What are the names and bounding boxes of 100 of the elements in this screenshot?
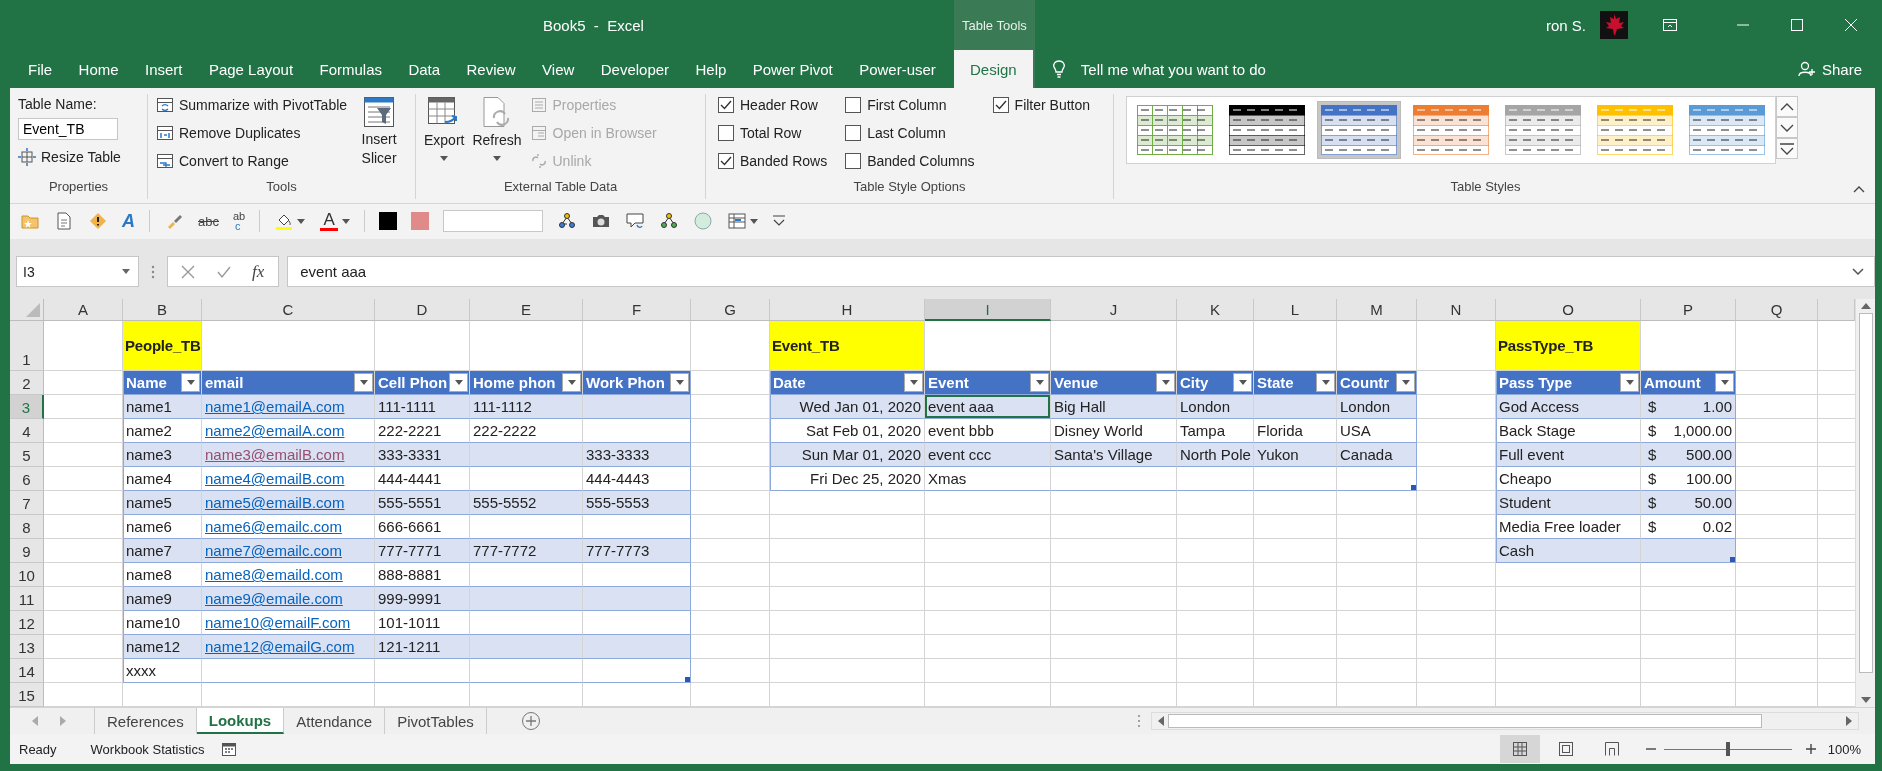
column-header[interactable]: H — [770, 299, 925, 322]
column-header[interactable]: O — [1496, 299, 1641, 322]
email-link[interactable]: name4@emailB.com — [205, 470, 345, 488]
user-name[interactable]: ron S. — [1545, 16, 1586, 34]
ribbon-tab[interactable]: Design — [954, 50, 1033, 88]
tools-button[interactable]: Summarize with PivotTable — [156, 94, 348, 116]
row-header[interactable]: 3 — [10, 395, 44, 420]
expand-icon[interactable] — [1852, 268, 1864, 276]
zoom-slider-thumb[interactable] — [1725, 742, 1730, 757]
column-header[interactable]: A — [44, 299, 123, 322]
column-header[interactable]: I — [925, 299, 1051, 322]
column-header[interactable]: B — [123, 299, 202, 322]
font-color-button[interactable]: A — [319, 211, 351, 231]
tools-button[interactable]: Convert to Range — [156, 150, 348, 172]
workbook-statistics-button[interactable]: Workbook Statistics — [90, 741, 205, 757]
collapse-ribbon-icon[interactable] — [1853, 185, 1865, 193]
column-header[interactable]: E — [470, 299, 583, 322]
email-link[interactable]: name10@emailF.com — [205, 614, 351, 632]
filter-dropdown-button[interactable] — [181, 373, 200, 393]
resize-handle[interactable] — [685, 677, 690, 683]
ribbon-display-icon[interactable] — [1662, 17, 1678, 33]
checkbox[interactable] — [845, 125, 862, 141]
email-link[interactable]: name6@emailc.com — [205, 518, 342, 536]
input-field[interactable] — [443, 210, 544, 233]
checkbox-label[interactable]: Banded Rows — [740, 153, 828, 169]
checkbox-label[interactable]: Last Column — [867, 125, 946, 141]
email-link[interactable]: name5@emailB.com — [205, 494, 345, 512]
row-header[interactable]: 4 — [10, 419, 44, 444]
column-header[interactable]: N — [1417, 299, 1496, 322]
column-header[interactable]: C — [202, 299, 375, 322]
email-link[interactable]: name1@emailA.com — [205, 398, 345, 416]
filter-dropdown-button[interactable] — [1156, 373, 1175, 393]
row-header[interactable]: 8 — [10, 515, 44, 540]
tell-me-search[interactable]: Tell me what you want to do — [1080, 60, 1266, 78]
table-format-button[interactable] — [727, 211, 759, 232]
column-header[interactable]: M — [1337, 299, 1417, 322]
checkbox[interactable] — [718, 97, 734, 113]
ribbon-tab[interactable]: Insert — [140, 50, 187, 88]
checkbox-label[interactable]: First Column — [867, 97, 947, 113]
ribbon-tab[interactable]: Formulas — [315, 50, 387, 88]
export-button[interactable]: Export — [424, 94, 465, 161]
filter-dropdown-button[interactable] — [1396, 373, 1415, 393]
email-link[interactable]: name2@emailA.com — [205, 422, 345, 440]
filter-dropdown-button[interactable] — [1233, 373, 1252, 393]
email-link[interactable]: name7@emailc.com — [205, 542, 342, 560]
column-header[interactable]: K — [1177, 299, 1254, 322]
table-style-swatch[interactable] — [1317, 101, 1401, 159]
checkbox[interactable] — [718, 125, 734, 141]
gallery-more-button[interactable] — [1776, 138, 1798, 159]
insert-slicer-button[interactable]: Insert Slicer — [357, 94, 402, 168]
zoom-in-icon[interactable] — [1805, 744, 1816, 755]
checkbox-label[interactable]: Header Row — [740, 97, 818, 113]
ribbon-tab[interactable]: View — [538, 50, 579, 88]
refresh-button[interactable]: Refresh — [472, 94, 522, 161]
checkbox[interactable] — [992, 97, 1009, 113]
normal-view-button[interactable] — [1499, 735, 1540, 764]
spelling-glyph[interactable]: A — [122, 210, 135, 232]
scroll-up-button[interactable] — [1776, 96, 1798, 117]
row-header[interactable]: 13 — [10, 635, 44, 660]
insert-function-button[interactable]: fx — [252, 261, 265, 282]
scroll-up-arrow-icon[interactable] — [1860, 303, 1871, 310]
add-sheet-icon[interactable] — [520, 711, 541, 732]
checkbox[interactable] — [718, 153, 734, 169]
color-square-icon[interactable] — [379, 212, 398, 231]
drag-handle-icon[interactable] — [151, 264, 155, 279]
scroll-left-arrow-icon[interactable] — [1158, 716, 1164, 727]
row-header[interactable]: 11 — [10, 587, 44, 612]
filter-dropdown-button[interactable] — [1620, 373, 1639, 393]
scroll-right-arrow-icon[interactable] — [1846, 716, 1852, 727]
sheet-tab[interactable]: Lookups — [196, 708, 285, 735]
column-header[interactable]: Q — [1736, 299, 1818, 322]
checkbox-label[interactable]: Total Row — [740, 125, 802, 141]
column-header[interactable]: P — [1641, 299, 1736, 322]
strikethrough-glyph[interactable]: abc — [198, 213, 219, 229]
row-header[interactable]: 6 — [10, 467, 44, 492]
email-link[interactable]: name8@emaild.com — [205, 566, 343, 584]
ribbon-tab[interactable]: Power-user — [855, 50, 940, 88]
column-header[interactable]: F — [583, 299, 691, 322]
filter-dropdown-button[interactable] — [1030, 373, 1049, 393]
ribbon-tab[interactable]: Data — [404, 50, 445, 88]
ribbon-tab[interactable]: File — [24, 50, 57, 88]
name-box[interactable]: I3 — [16, 256, 139, 288]
filter-dropdown-button[interactable] — [1316, 373, 1335, 393]
row-header[interactable]: 10 — [10, 563, 44, 588]
row-header[interactable]: 7 — [10, 491, 44, 516]
filter-dropdown-button[interactable] — [904, 373, 923, 393]
vertical-scrollbar[interactable] — [1855, 299, 1875, 708]
tools-button[interactable]: Remove Duplicates — [156, 122, 348, 144]
email-link[interactable]: name3@emailB.com — [205, 446, 345, 464]
resize-handle[interactable] — [1730, 557, 1735, 563]
leaf-avatar-icon[interactable] — [1600, 11, 1628, 39]
calendar-icon[interactable] — [220, 741, 237, 758]
filter-dropdown-button[interactable] — [354, 373, 373, 393]
scrollbar-thumb[interactable] — [1168, 714, 1762, 729]
split-handle-icon[interactable] — [1137, 714, 1141, 729]
filter-dropdown-button[interactable] — [1715, 373, 1734, 393]
email-link[interactable]: name12@emailG.com — [205, 638, 355, 656]
checkbox[interactable] — [845, 153, 862, 169]
table-name-field[interactable]: Event_TB — [18, 118, 118, 140]
column-header[interactable]: D — [375, 299, 470, 322]
